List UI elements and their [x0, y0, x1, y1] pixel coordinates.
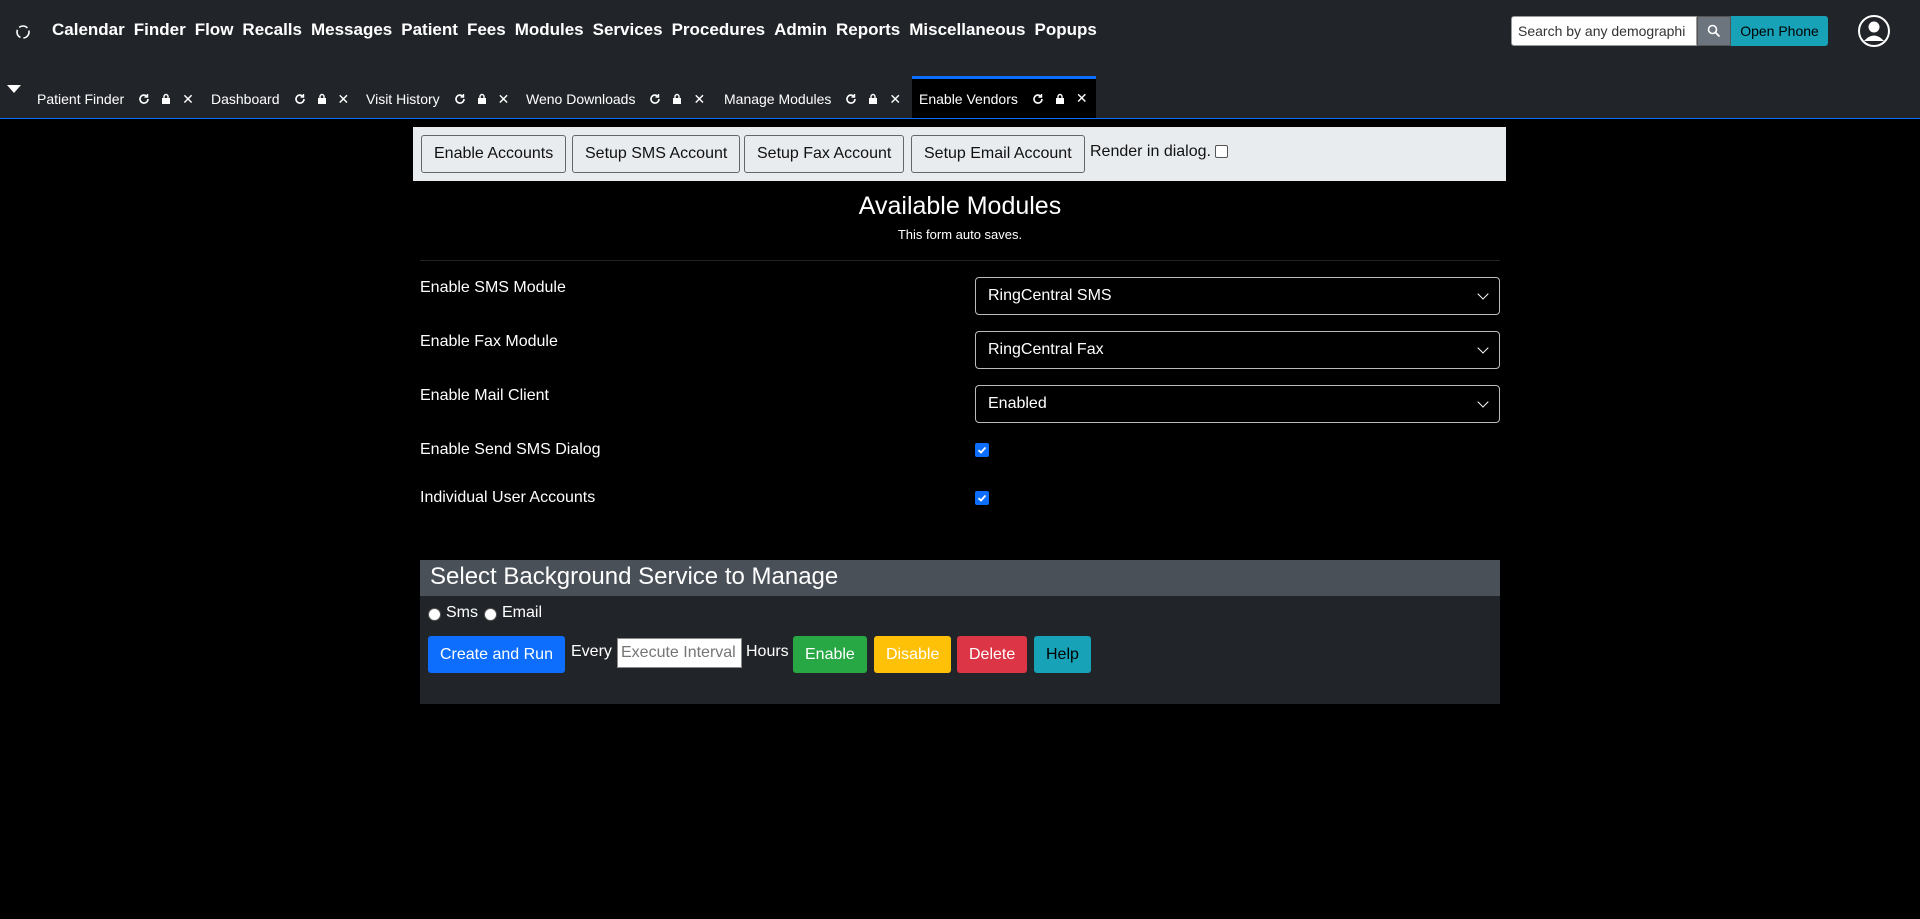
close-icon[interactable]: ✕	[693, 91, 705, 108]
check-icon	[977, 446, 987, 454]
sms-module-label: Enable SMS Module	[420, 279, 566, 296]
refresh-icon[interactable]	[294, 93, 306, 105]
menu-recalls[interactable]: Recalls	[242, 20, 302, 40]
chevron-down-icon	[1477, 288, 1489, 300]
setup-fax-account-button[interactable]: Setup Fax Account	[744, 135, 905, 173]
menu-finder[interactable]: Finder	[134, 20, 186, 40]
refresh-icon[interactable]	[1032, 93, 1044, 105]
page-subtitle: This form auto saves.	[897, 227, 1023, 242]
sms-radio[interactable]	[428, 608, 441, 621]
background-service-header: Select Background Service to Manage	[420, 560, 1500, 596]
menu-reports[interactable]: Reports	[836, 20, 900, 40]
main-menu: Calendar Finder Flow Recalls Messages Pa…	[52, 20, 1106, 40]
tab-patient-finder[interactable]: Patient Finder ✕	[37, 80, 194, 118]
lock-icon[interactable]	[1054, 93, 1066, 105]
disable-button[interactable]: Disable	[874, 636, 952, 673]
tab-label: Weno Downloads	[526, 91, 636, 107]
individual-accounts-checkbox[interactable]	[975, 491, 989, 505]
refresh-icon[interactable]	[845, 93, 857, 105]
tab-weno-downloads[interactable]: Weno Downloads ✕	[526, 80, 705, 118]
lock-icon[interactable]	[476, 93, 488, 105]
user-avatar-icon[interactable]	[1857, 14, 1891, 48]
tab-enable-vendors[interactable]: Enable Vendors ✕	[912, 76, 1096, 118]
menu-admin[interactable]: Admin	[774, 20, 827, 40]
tab-label: Manage Modules	[724, 91, 832, 107]
fax-module-select[interactable]: RingCentral Fax	[975, 331, 1500, 369]
mail-client-value: Enabled	[988, 395, 1047, 412]
search-button[interactable]	[1697, 16, 1731, 46]
menu-patient[interactable]: Patient	[401, 20, 458, 40]
tab-label: Enable Vendors	[919, 90, 1018, 107]
lock-icon[interactable]	[316, 93, 328, 105]
sms-module-select[interactable]: RingCentral SMS	[975, 277, 1500, 315]
menu-popups[interactable]: Popups	[1034, 20, 1096, 40]
send-sms-dialog-checkbox[interactable]	[975, 443, 989, 457]
patient-search-input[interactable]	[1511, 16, 1697, 46]
menu-messages[interactable]: Messages	[311, 20, 392, 40]
help-button[interactable]: Help	[1034, 636, 1091, 673]
menu-flow[interactable]: Flow	[195, 20, 234, 40]
tab-label: Visit History	[366, 91, 440, 107]
mail-client-select[interactable]: Enabled	[975, 385, 1500, 423]
close-icon[interactable]: ✕	[1076, 90, 1088, 107]
tab-dashboard[interactable]: Dashboard ✕	[211, 80, 349, 118]
close-icon[interactable]: ✕	[889, 91, 901, 108]
account-setup-bar: Enable Accounts Setup SMS Account Setup …	[413, 127, 1506, 181]
email-radio[interactable]	[484, 608, 497, 621]
refresh-icon[interactable]	[649, 93, 661, 105]
search-icon	[1707, 24, 1721, 38]
menu-calendar[interactable]: Calendar	[52, 20, 125, 40]
individual-accounts-label: Individual User Accounts	[420, 489, 596, 506]
delete-button[interactable]: Delete	[957, 636, 1028, 673]
menu-procedures[interactable]: Procedures	[672, 20, 766, 40]
menu-fees[interactable]: Fees	[467, 20, 506, 40]
top-navbar: Calendar Finder Flow Recalls Messages Pa…	[0, 0, 1920, 62]
lock-icon[interactable]	[671, 93, 683, 105]
lock-icon[interactable]	[867, 93, 879, 105]
tab-manage-modules[interactable]: Manage Modules ✕	[724, 80, 901, 118]
sms-module-value: RingCentral SMS	[988, 287, 1112, 304]
hours-label: Hours	[746, 643, 789, 660]
every-label: Every	[571, 643, 612, 660]
sms-radio-label: Sms	[446, 604, 478, 621]
menu-miscellaneous[interactable]: Miscellaneous	[909, 20, 1025, 40]
app-logo-icon[interactable]	[14, 23, 32, 41]
close-icon[interactable]: ✕	[182, 91, 194, 108]
check-icon	[977, 494, 987, 502]
tab-dropdown-icon[interactable]	[7, 85, 21, 93]
email-radio-label: Email	[502, 604, 543, 621]
refresh-icon[interactable]	[454, 93, 466, 105]
refresh-icon[interactable]	[138, 93, 150, 105]
execute-interval-input[interactable]	[617, 638, 742, 668]
send-sms-dialog-label: Enable Send SMS Dialog	[420, 441, 601, 458]
enable-button[interactable]: Enable	[793, 636, 867, 673]
fax-module-label: Enable Fax Module	[420, 333, 558, 350]
menu-services[interactable]: Services	[593, 20, 663, 40]
divider	[420, 260, 1500, 261]
close-icon[interactable]: ✕	[498, 91, 510, 108]
lock-icon[interactable]	[160, 93, 172, 105]
menu-modules[interactable]: Modules	[515, 20, 584, 40]
mail-client-label: Enable Mail Client	[420, 387, 549, 404]
create-and-run-button[interactable]: Create and Run	[428, 636, 565, 673]
setup-sms-account-button[interactable]: Setup SMS Account	[572, 135, 741, 173]
tab-label: Dashboard	[211, 91, 280, 107]
setup-email-account-button[interactable]: Setup Email Account	[911, 135, 1085, 173]
close-icon[interactable]: ✕	[338, 91, 350, 108]
render-in-dialog-label: Render in dialog.	[1090, 143, 1211, 160]
chevron-down-icon	[1477, 396, 1489, 408]
tab-visit-history[interactable]: Visit History ✕	[366, 80, 509, 118]
page-title: Available Modules	[858, 192, 1062, 220]
chevron-down-icon	[1477, 342, 1489, 354]
open-phone-button[interactable]: Open Phone	[1731, 16, 1828, 46]
render-in-dialog-checkbox[interactable]	[1215, 145, 1228, 158]
enable-accounts-button[interactable]: Enable Accounts	[421, 135, 567, 173]
fax-module-value: RingCentral Fax	[988, 341, 1104, 358]
tab-label: Patient Finder	[37, 91, 125, 107]
